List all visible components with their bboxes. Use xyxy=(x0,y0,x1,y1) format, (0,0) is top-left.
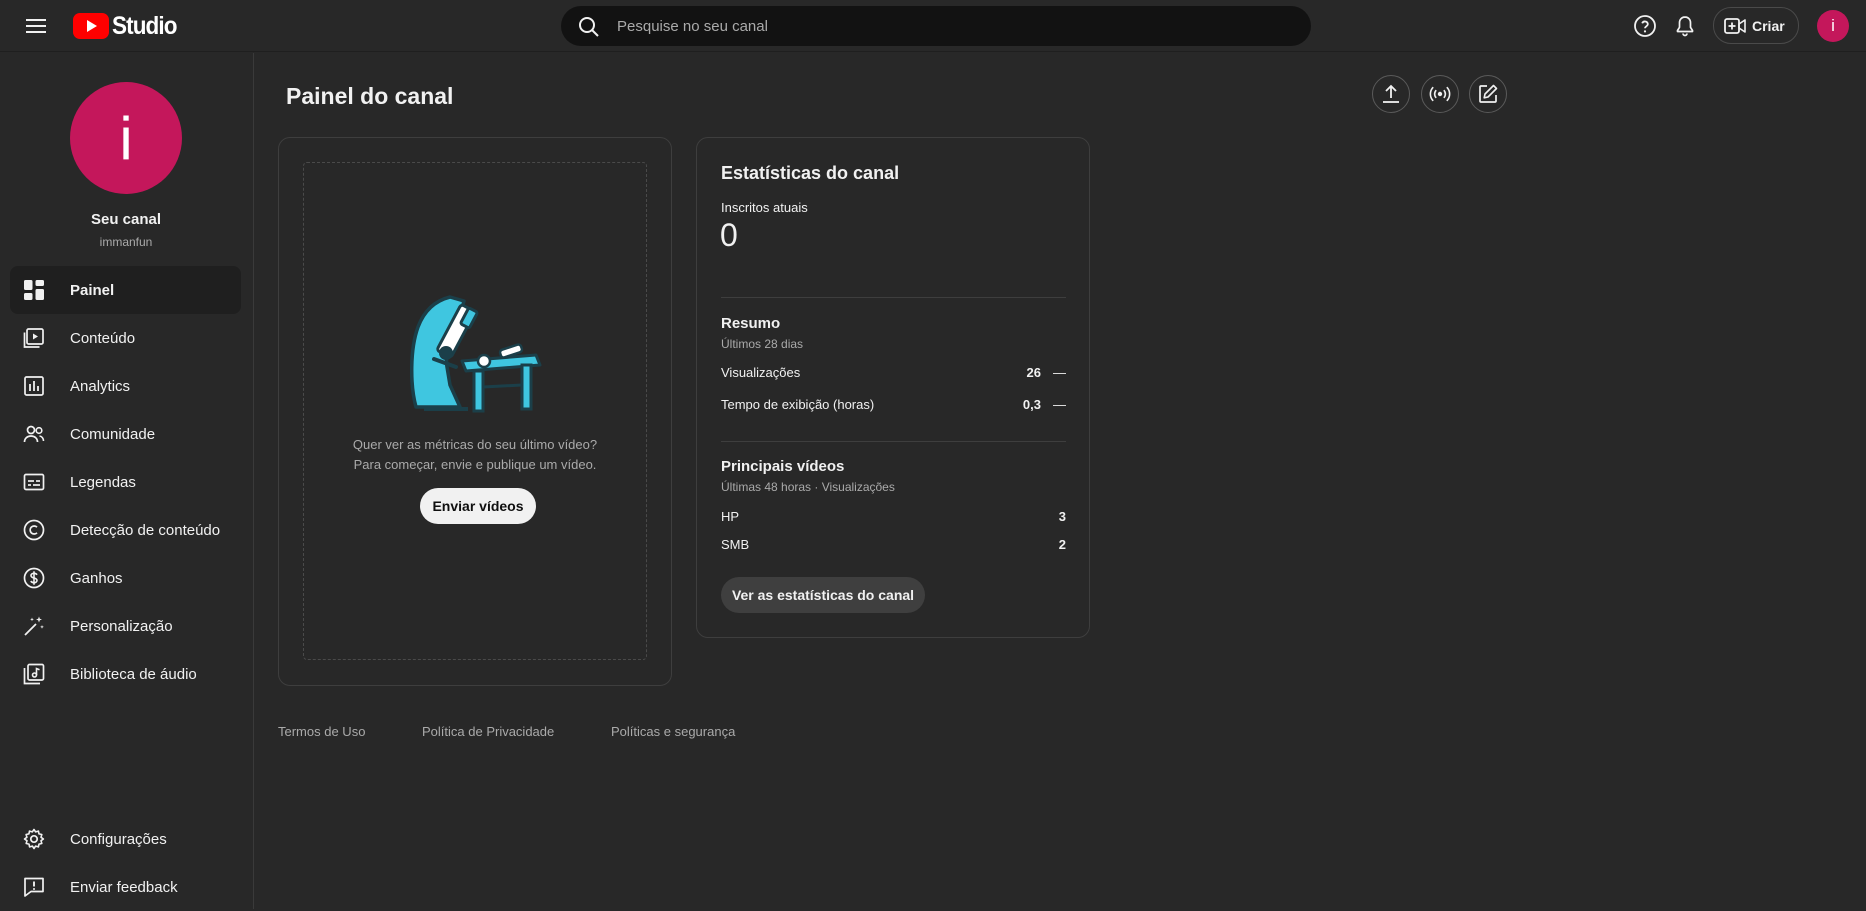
create-button-label: Criar xyxy=(1752,17,1785,34)
sidebar-item-label: Conteúdo xyxy=(70,329,136,347)
sidebar-item-enviar-feedback[interactable]: Enviar feedback xyxy=(10,863,241,911)
sidebar-item-personalizacao[interactable]: Personalização xyxy=(10,602,241,650)
menu-icon[interactable] xyxy=(21,15,51,37)
sidebar-item-label: Ganhos xyxy=(70,569,123,587)
metric-value: 26 xyxy=(1026,365,1041,380)
empty-state-line-1: Quer ver as métricas do seu último vídeo… xyxy=(352,437,598,452)
empty-state-message: Quer ver as métricas do seu último vídeo… xyxy=(304,435,646,475)
create-button[interactable]: Criar xyxy=(1713,7,1799,44)
subscribers-count: 0 xyxy=(720,217,738,253)
video-views: 2 xyxy=(1058,537,1066,552)
view-channel-analytics-button[interactable]: Ver as estatísticas do canal xyxy=(721,577,925,613)
top-header: Studio Criar i xyxy=(0,0,1866,52)
sidebar-item-label: Detecção de conteúdo xyxy=(70,521,221,539)
feedback-icon xyxy=(24,877,44,897)
dashboard-icon xyxy=(24,280,44,300)
metric-label: Tempo de exibição (horas) xyxy=(721,397,875,412)
left-sidebar: i Seu canal immanfun Painel Conteúdo Ana… xyxy=(0,53,254,909)
search-icon[interactable] xyxy=(577,15,601,39)
search-bar xyxy=(561,6,1311,46)
sidebar-item-legendas[interactable]: Legendas xyxy=(10,458,241,506)
trend-indicator: — xyxy=(1053,365,1066,380)
content-icon xyxy=(23,328,44,348)
upload-videos-button[interactable]: Enviar vídeos xyxy=(420,488,536,524)
summary-row-views: Visualizações 26 — xyxy=(721,365,1066,383)
metric-label: Visualizações xyxy=(721,365,801,380)
studio-logo[interactable]: Studio xyxy=(73,11,184,41)
footer-link-privacy[interactable]: Política de Privacidade xyxy=(422,724,554,739)
customization-icon xyxy=(24,616,44,636)
sidebar-item-label: Enviar feedback xyxy=(70,878,178,896)
sidebar-item-conteudo[interactable]: Conteúdo xyxy=(10,314,241,362)
youtube-logo-icon xyxy=(73,13,109,39)
sidebar-item-deteccao-de-conteudo[interactable]: Detecção de conteúdo xyxy=(10,506,241,554)
stats-card-title: Estatísticas do canal xyxy=(721,163,900,183)
top-video-row[interactable]: HP 3 xyxy=(721,509,1066,527)
search-input[interactable] xyxy=(617,6,1277,46)
sidebar-item-comunidade[interactable]: Comunidade xyxy=(10,410,241,458)
sidebar-item-ganhos[interactable]: Ganhos xyxy=(10,554,241,602)
sidebar-item-label: Configurações xyxy=(70,830,167,848)
metric-value: 0,3 xyxy=(1022,397,1041,412)
logo-text: Studio xyxy=(112,11,177,40)
summary-period: Últimos 28 dias xyxy=(721,337,804,351)
sidebar-item-label: Analytics xyxy=(70,377,131,395)
trend-indicator: — xyxy=(1053,397,1066,412)
video-title: SMB xyxy=(721,537,750,552)
community-icon xyxy=(23,425,45,443)
sidebar-item-label: Personalização xyxy=(70,617,173,635)
footer-link-policies[interactable]: Políticas e segurança xyxy=(611,724,735,739)
sidebar-item-label: Legendas xyxy=(70,473,136,491)
channel-stats-card: Estatísticas do canal Inscritos atuais 0… xyxy=(696,137,1090,638)
settings-icon xyxy=(23,828,45,850)
top-videos-period: Últimas 48 horas · Visualizações xyxy=(721,480,895,494)
subtitles-icon xyxy=(23,473,45,491)
microscope-illustration-icon xyxy=(410,295,542,413)
video-camera-add-icon xyxy=(1724,17,1746,34)
notifications-bell-icon[interactable] xyxy=(1671,12,1699,40)
analytics-icon xyxy=(24,376,44,396)
subscribers-label: Inscritos atuais xyxy=(721,200,808,215)
earn-icon xyxy=(23,567,45,589)
sidebar-item-painel[interactable]: Painel xyxy=(10,266,241,314)
page-title: Painel do canal xyxy=(286,83,454,109)
help-icon[interactable] xyxy=(1631,12,1659,40)
sidebar-item-label: Painel xyxy=(70,281,115,299)
upload-icon[interactable] xyxy=(1372,75,1410,113)
top-videos-title: Principais vídeos xyxy=(721,458,845,475)
summary-title: Resumo xyxy=(721,315,781,332)
video-title: HP xyxy=(721,509,740,524)
top-video-row[interactable]: SMB 2 xyxy=(721,537,1066,555)
footer-link-terms[interactable]: Termos de Uso xyxy=(278,724,365,739)
empty-state-line-2: Para começar, envie e publique um vídeo. xyxy=(353,457,597,472)
create-post-icon[interactable] xyxy=(1469,75,1507,113)
channel-handle: immanfun xyxy=(99,235,153,249)
account-avatar[interactable]: i xyxy=(1817,10,1849,42)
go-live-icon[interactable] xyxy=(1421,75,1459,113)
divider xyxy=(721,297,1066,298)
latest-video-card: Quer ver as métricas do seu último vídeo… xyxy=(278,137,672,686)
sidebar-item-label: Biblioteca de áudio xyxy=(70,665,197,683)
video-views: 3 xyxy=(1058,509,1066,524)
sidebar-item-configuracoes[interactable]: Configurações xyxy=(10,815,241,863)
sidebar-item-biblioteca-de-audio[interactable]: Biblioteca de áudio xyxy=(10,650,241,698)
sidebar-item-analytics[interactable]: Analytics xyxy=(10,362,241,410)
sidebar-item-label: Comunidade xyxy=(70,425,156,443)
copyright-icon xyxy=(23,519,45,541)
audio-library-icon xyxy=(23,663,45,685)
empty-state-area: Quer ver as métricas do seu último vídeo… xyxy=(303,162,647,660)
divider xyxy=(721,441,1066,442)
summary-row-watch-time: Tempo de exibição (horas) 0,3 — xyxy=(721,397,1066,415)
channel-avatar[interactable]: i xyxy=(70,82,182,194)
channel-name: Seu canal xyxy=(90,211,162,228)
